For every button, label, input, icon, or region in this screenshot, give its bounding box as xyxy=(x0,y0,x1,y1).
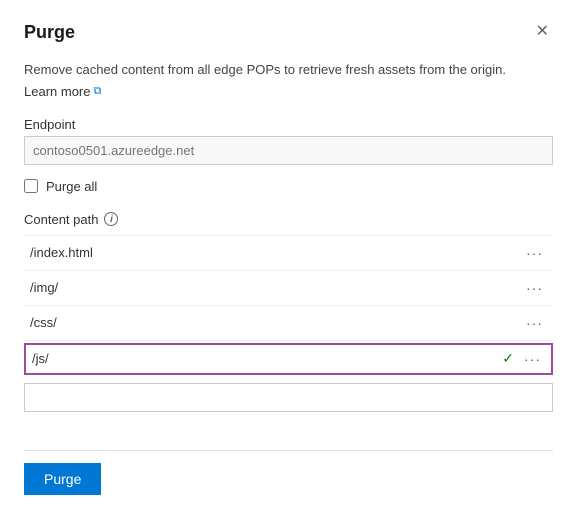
description-text: Remove cached content from all edge POPs… xyxy=(24,60,553,80)
content-path-section: Content path i xyxy=(24,212,553,227)
close-button[interactable]: ✕ xyxy=(532,20,553,44)
path-text: /img/ xyxy=(30,280,522,295)
new-path-input[interactable] xyxy=(24,383,553,412)
path-row: /css/ ··· xyxy=(24,306,553,341)
path-text: /css/ xyxy=(30,315,522,330)
path-row: /index.html ··· xyxy=(24,235,553,271)
endpoint-label: Endpoint xyxy=(24,117,553,132)
learn-more-label: Learn more xyxy=(24,84,90,99)
info-icon[interactable]: i xyxy=(104,212,118,226)
endpoint-input[interactable] xyxy=(24,136,553,165)
purge-all-row: Purge all xyxy=(24,179,553,194)
dialog-title: Purge xyxy=(24,22,75,43)
checkmark-icon: ✓ xyxy=(502,350,514,367)
path-more-button[interactable]: ··· xyxy=(522,279,547,297)
external-link-icon: ⧉ xyxy=(93,85,101,98)
path-more-button[interactable]: ··· xyxy=(522,244,547,262)
purge-button[interactable]: Purge xyxy=(24,463,101,495)
purge-all-label: Purge all xyxy=(46,179,97,194)
learn-more-link[interactable]: Learn more ⧉ xyxy=(24,84,553,99)
path-more-button[interactable]: ··· xyxy=(522,314,547,332)
active-path-text: /js/ xyxy=(32,351,502,366)
content-paths-list: /index.html ··· /img/ ··· /css/ ··· /js/… xyxy=(24,235,553,375)
purge-dialog: Purge ✕ Remove cached content from all e… xyxy=(0,0,577,519)
active-path-row: /js/ ✓ ··· xyxy=(24,343,553,375)
dialog-footer: Purge xyxy=(24,450,553,495)
purge-all-checkbox[interactable] xyxy=(24,179,38,193)
path-text: /index.html xyxy=(30,245,522,260)
path-row: /img/ ··· xyxy=(24,271,553,306)
active-path-more-button[interactable]: ··· xyxy=(520,350,545,368)
dialog-header: Purge ✕ xyxy=(24,20,553,44)
content-path-label: Content path xyxy=(24,212,98,227)
